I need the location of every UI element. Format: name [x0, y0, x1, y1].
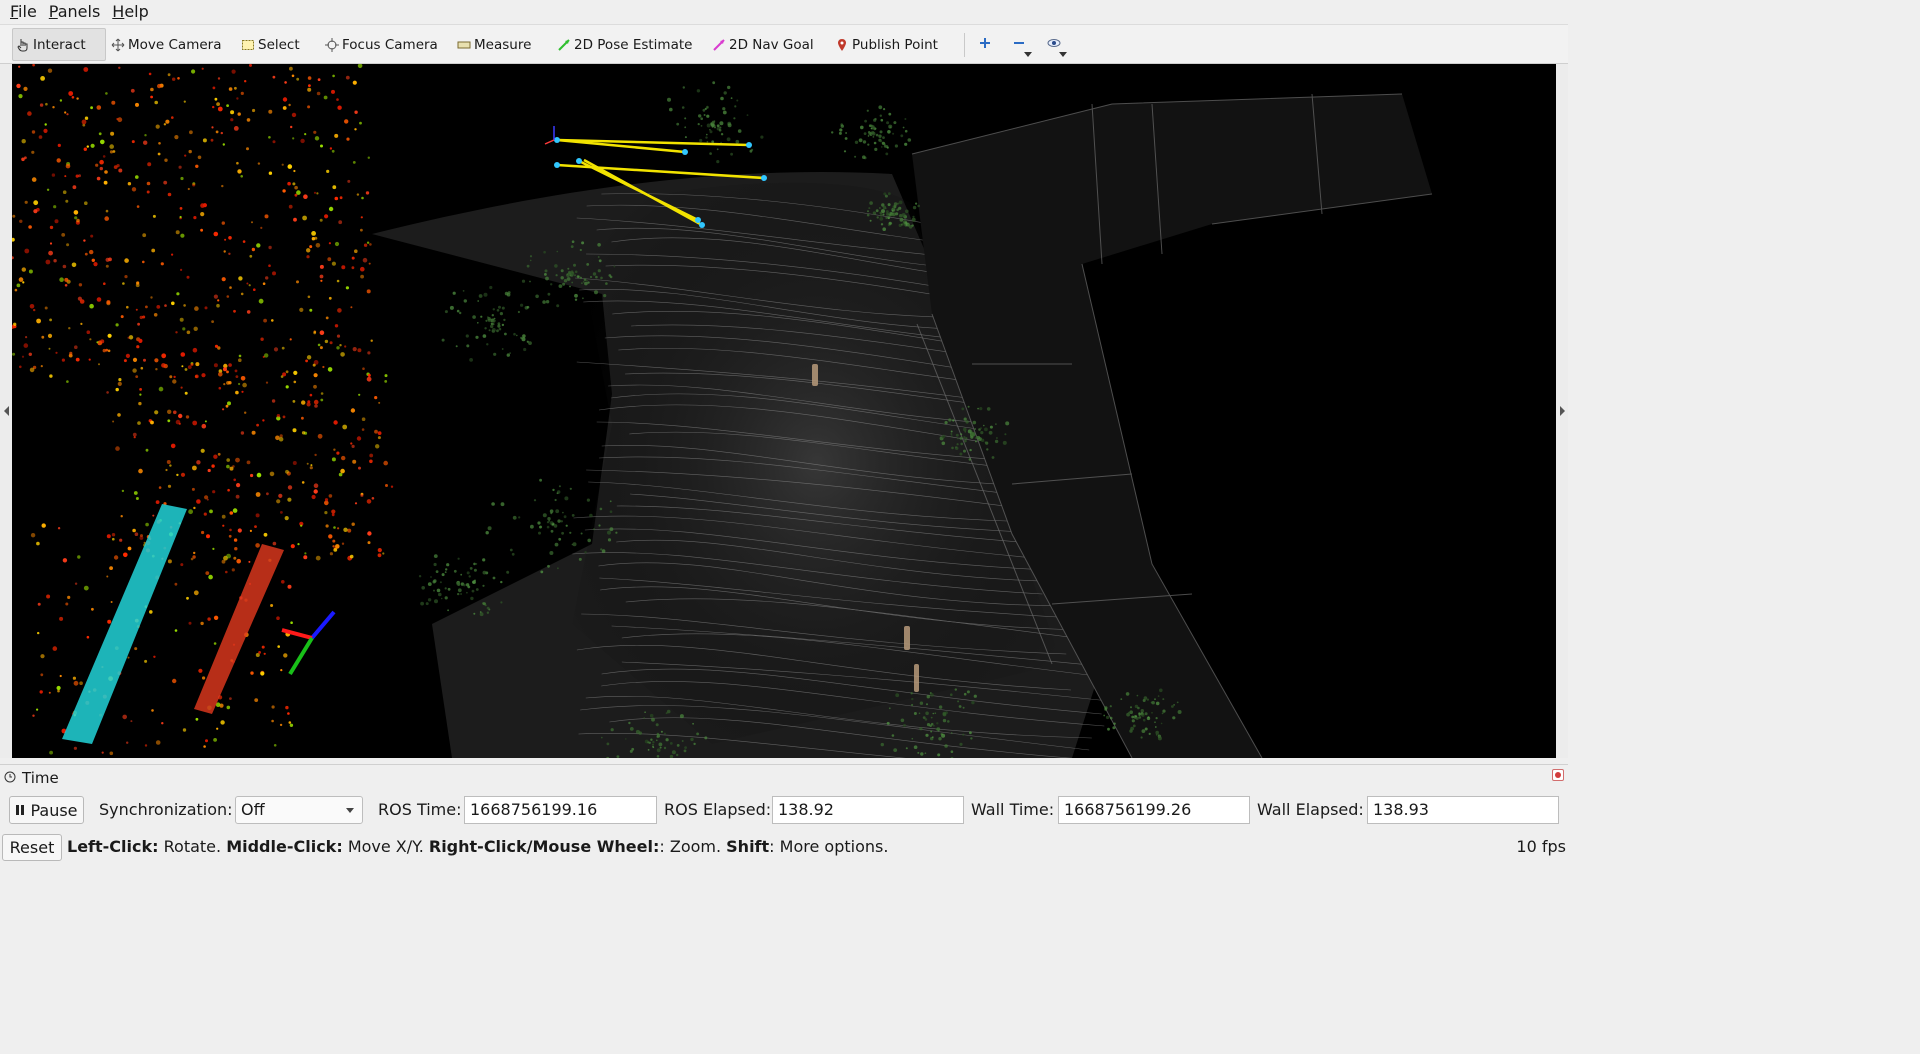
tf-axes — [281, 610, 336, 676]
interact-tool-button[interactable]: Interact — [12, 28, 106, 61]
render-viewport[interactable] — [12, 64, 1556, 758]
nav-goal-label: 2D Nav Goal — [729, 36, 814, 53]
red-intensity-strip — [194, 544, 284, 714]
move-camera-tool-button[interactable]: Move Camera — [108, 28, 224, 61]
ros-time-label: ROS Time: — [378, 800, 462, 819]
sync-value: Off — [241, 800, 265, 819]
reset-button[interactable]: Reset — [2, 834, 62, 861]
right-click-action: : Zoom. — [659, 837, 722, 856]
interact-label: Interact — [33, 36, 86, 53]
arrow-right-icon — [1559, 406, 1565, 416]
shift-action: : More options. — [769, 837, 889, 856]
intensity-point-cloud — [12, 64, 394, 756]
publish-point-tool-button[interactable]: Publish Point — [832, 28, 941, 61]
pose-estimate-label: 2D Pose Estimate — [574, 36, 693, 53]
eye-icon — [1047, 37, 1061, 53]
plus-icon — [979, 37, 991, 53]
focus-camera-tool-button[interactable]: Focus Camera — [322, 28, 441, 61]
shift-key: Shift — [726, 837, 770, 856]
pause-icon — [15, 801, 25, 820]
chevron-down-icon — [346, 808, 354, 813]
toolbar-separator — [964, 33, 965, 57]
sync-label: Synchronization: — [99, 800, 233, 819]
pause-button[interactable]: Pause — [9, 796, 84, 824]
chevron-down-icon — [1059, 52, 1067, 57]
menu-bar: File Panels Help — [0, 0, 1568, 24]
right-click-key: Right-Click/Mouse Wheel: — [428, 837, 660, 856]
wall-time-field[interactable]: 1668756199.26 — [1058, 796, 1250, 824]
clock-icon — [4, 769, 16, 787]
small-axes — [544, 126, 555, 145]
sync-select[interactable]: Off — [235, 796, 363, 824]
chevron-down-icon — [1024, 52, 1032, 57]
help-text: Left-Click: Rotate. Middle-Click: Move X… — [67, 836, 888, 858]
map-pin-icon — [835, 38, 849, 52]
menu-panels[interactable]: Panels — [43, 0, 107, 24]
ros-elapsed-field[interactable]: 138.92 — [772, 796, 964, 824]
time-panel-header: Time — [4, 767, 59, 789]
close-icon — [1555, 772, 1561, 778]
select-tool-button[interactable]: Select — [238, 28, 303, 61]
publish-point-label: Publish Point — [852, 36, 938, 53]
menu-file[interactable]: File — [4, 0, 43, 24]
remove-tool-button[interactable] — [1006, 33, 1032, 57]
fps-readout: 10 fps — [1516, 837, 1566, 856]
select-label: Select — [258, 36, 300, 53]
tool-toolbar: Interact Move Camera Select Focus Camera… — [0, 24, 1568, 64]
status-bar: Reset Left-Click: Rotate. Middle-Click: … — [0, 832, 1568, 862]
wall-elapsed-label: Wall Elapsed: — [1257, 800, 1364, 819]
left-dock-handle[interactable] — [0, 64, 12, 758]
cyan-intensity-strip — [62, 504, 187, 744]
point-cloud-scene — [12, 64, 1433, 758]
ruler-icon — [457, 38, 471, 52]
menu-help[interactable]: Help — [106, 0, 154, 24]
add-tool-button[interactable] — [972, 33, 998, 57]
left-click-key: Left-Click: — [67, 837, 159, 856]
move-arrows-icon — [111, 38, 125, 52]
wall-time-label: Wall Time: — [971, 800, 1055, 819]
time-panel-title: Time — [22, 769, 59, 787]
reset-label: Reset — [9, 838, 55, 857]
middle-click-action: Move X/Y. — [347, 837, 424, 856]
wall-elapsed-field[interactable]: 138.93 — [1367, 796, 1559, 824]
pause-label: Pause — [30, 800, 78, 820]
left-click-action: Rotate. — [163, 837, 222, 856]
view-options-button[interactable] — [1041, 33, 1067, 57]
middle-click-key: Middle-Click: — [226, 837, 343, 856]
measure-tool-button[interactable]: Measure — [454, 28, 534, 61]
select-rectangle-icon — [241, 38, 255, 52]
close-panel-button[interactable] — [1552, 769, 1564, 781]
green-arrow-icon — [557, 38, 571, 52]
move-camera-label: Move Camera — [128, 36, 222, 53]
magenta-arrow-icon — [712, 38, 726, 52]
focus-camera-label: Focus Camera — [342, 36, 438, 53]
right-dock-handle[interactable] — [1556, 64, 1568, 758]
pose-estimate-tool-button[interactable]: 2D Pose Estimate — [554, 28, 695, 61]
arrow-left-icon — [3, 406, 9, 416]
minus-icon — [1013, 37, 1025, 53]
hand-pointer-icon — [16, 38, 30, 52]
ros-elapsed-label: ROS Elapsed: — [664, 800, 772, 819]
crosshair-icon — [325, 37, 339, 52]
ros-time-field[interactable]: 1668756199.16 — [464, 796, 657, 824]
nav-goal-tool-button[interactable]: 2D Nav Goal — [709, 28, 817, 61]
time-panel: Time Pause Synchronization: Off ROS Time… — [0, 764, 1568, 832]
measure-label: Measure — [474, 36, 532, 53]
